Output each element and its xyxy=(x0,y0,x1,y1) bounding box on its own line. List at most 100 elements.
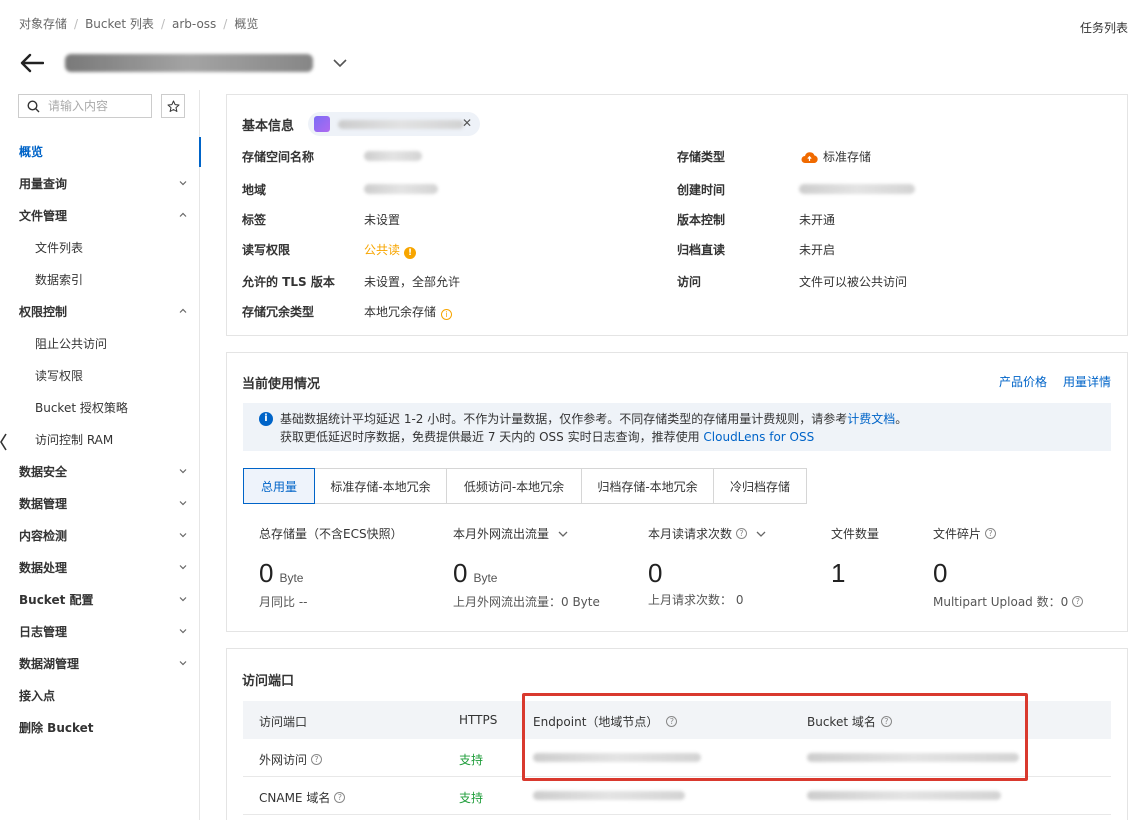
metric-outbound-label: 本月外网流出流量 xyxy=(453,525,569,542)
metric-storage-value: 0 Byte xyxy=(259,558,304,588)
tab-cold-archive[interactable]: 冷归档存储 xyxy=(714,469,806,503)
info-icon: i xyxy=(259,412,273,426)
help-icon[interactable]: ? xyxy=(985,528,997,539)
metric-storage-label: 总存储量（不含ECS快照） xyxy=(259,527,403,541)
help-icon[interactable]: ? xyxy=(736,528,748,539)
breadcrumb-bucket[interactable]: arb-oss xyxy=(172,17,216,31)
sidebar-item-data-index[interactable]: 数据索引 xyxy=(0,265,200,293)
redundancy-label: 存储冗余类型 xyxy=(242,305,315,319)
metric-outbound-value: 0 Byte xyxy=(453,558,498,588)
price-link[interactable]: 产品价格 xyxy=(999,373,1047,390)
chevron-up-icon xyxy=(179,308,187,313)
help-icon[interactable]: ? xyxy=(666,716,678,727)
breadcrumb-bucket-list[interactable]: Bucket 列表 xyxy=(85,17,154,31)
sidebar-item-bucket-policy[interactable]: Bucket 授权策略 xyxy=(0,393,200,421)
acl-value: 公共读! xyxy=(364,241,417,259)
chevron-down-icon xyxy=(179,533,187,538)
breadcrumb-oss[interactable]: 对象存储 xyxy=(19,17,67,31)
sidebar-search-input[interactable] xyxy=(48,99,138,113)
bucket-tag-icon xyxy=(314,116,330,132)
help-icon[interactable]: ? xyxy=(1072,596,1084,607)
chevron-down-icon xyxy=(179,469,187,474)
sidebar-item-block-public-access[interactable]: 阻止公共访问 xyxy=(0,329,200,357)
tab-ia-lrs[interactable]: 低频访问-本地冗余 xyxy=(447,469,582,503)
task-list-link[interactable]: 任务列表 xyxy=(1080,19,1128,36)
back-arrow-icon[interactable] xyxy=(19,50,45,76)
help-icon[interactable]: ? xyxy=(880,716,892,727)
access-value: 文件可以被公共访问 xyxy=(799,275,908,289)
acl-label: 读写权限 xyxy=(242,243,291,257)
sidebar-item-log-management[interactable]: 日志管理 xyxy=(0,617,200,645)
chevron-down-icon xyxy=(179,629,187,634)
bucket-title-redacted xyxy=(65,54,313,72)
sidebar-item-data-lake[interactable]: 数据湖管理 xyxy=(0,649,200,677)
sidebar-item-data-management[interactable]: 数据管理 xyxy=(0,489,200,517)
help-icon[interactable]: ? xyxy=(334,792,346,803)
port-cell: CNAME 域名? xyxy=(259,789,346,806)
redundancy-value: 本地冗余存储 i xyxy=(364,303,453,320)
tab-total[interactable]: 总用量 xyxy=(243,468,315,504)
usage-notice: i 基础数据统计平均延迟 1-2 小时。不作为计量数据，仅作参考。不同存储类型的… xyxy=(243,403,1111,451)
metric-storage-sub: 月同比 -- xyxy=(259,595,308,609)
sidebar-item-usage[interactable]: 用量查询 xyxy=(0,169,200,197)
bucket-tag-chip: ✕ xyxy=(308,112,480,136)
table-row: CNAME 域名? 支持 xyxy=(243,777,1111,815)
sidebar: 概览 用量查询 文件管理 文件列表 数据索引 权限控制 阻止公共访问 读写权限 … xyxy=(0,90,201,820)
basic-info-title: 基本信息 xyxy=(242,119,295,134)
metric-fragments-value: 0 xyxy=(933,558,948,588)
archive-read-value: 未开启 xyxy=(799,243,836,257)
collapse-sidebar-icon[interactable] xyxy=(0,431,8,453)
region-redacted xyxy=(364,184,438,194)
column-header-endpoint: Endpoint（地域节点）? xyxy=(533,713,678,730)
favorite-button[interactable] xyxy=(161,94,185,118)
https-cell: 支持 xyxy=(459,753,484,767)
cloudlens-link[interactable]: CloudLens for OSS xyxy=(703,430,814,444)
sidebar-item-acl[interactable]: 读写权限 xyxy=(0,361,200,389)
bucket-domain-redacted xyxy=(807,753,1019,762)
created-time-label: 创建时间 xyxy=(677,183,726,197)
metric-fragments-sub: Multipart Upload 数：0? xyxy=(933,593,1084,610)
sidebar-search xyxy=(18,94,152,118)
bucket-tag-redacted xyxy=(338,119,464,129)
usage-detail-link[interactable]: 用量详情 xyxy=(1063,373,1111,390)
sidebar-item-data-security[interactable]: 数据安全 xyxy=(0,457,200,485)
search-icon xyxy=(27,99,40,112)
endpoint-redacted xyxy=(533,753,701,762)
column-header-https: HTTPS xyxy=(459,713,498,727)
sidebar-item-bucket-config[interactable]: Bucket 配置 xyxy=(0,585,200,613)
metric-requests-value: 0 xyxy=(648,558,663,588)
usage-title: 当前使用情况 xyxy=(242,377,321,392)
archive-read-label: 归档直读 xyxy=(677,243,726,257)
sidebar-item-access-points[interactable]: 接入点 xyxy=(0,681,200,709)
close-icon[interactable]: ✕ xyxy=(462,116,472,130)
sidebar-item-data-processing[interactable]: 数据处理 xyxy=(0,553,200,581)
sidebar-item-permissions[interactable]: 权限控制 xyxy=(0,297,200,325)
tab-standard-lrs[interactable]: 标准存储-本地冗余 xyxy=(315,469,447,503)
info-icon[interactable]: i xyxy=(441,309,453,320)
metric-files-label: 文件数量 xyxy=(831,527,880,541)
chevron-down-icon[interactable] xyxy=(557,528,569,540)
bucket-name-label: 存储空间名称 xyxy=(242,150,315,164)
help-icon[interactable]: ? xyxy=(311,754,323,765)
endpoints-card: 访问端口 访问端口 HTTPS Endpoint（地域节点）? Bucket 域… xyxy=(226,648,1128,820)
sidebar-item-file-management[interactable]: 文件管理 xyxy=(0,201,200,229)
sidebar-item-ram[interactable]: 访问控制 RAM xyxy=(0,425,200,453)
sidebar-item-delete-bucket[interactable]: 删除 Bucket xyxy=(0,713,200,741)
sidebar-item-file-list[interactable]: 文件列表 xyxy=(0,233,200,261)
chevron-down-icon[interactable] xyxy=(755,528,767,540)
billing-doc-link[interactable]: 计费文档 xyxy=(847,412,895,426)
page-title-row xyxy=(19,48,349,78)
chevron-down-icon xyxy=(179,501,187,506)
versioning-label: 版本控制 xyxy=(677,213,726,227)
tags-label: 标签 xyxy=(242,213,267,227)
https-cell: 支持 xyxy=(459,791,484,805)
endpoint-redacted xyxy=(533,791,685,800)
storage-class-tabs: 总用量 标准存储-本地冗余 低频访问-本地冗余 归档存储-本地冗余 冷归档存储 xyxy=(243,468,807,504)
chevron-down-icon[interactable] xyxy=(331,54,349,72)
breadcrumb: 对象存储 / Bucket 列表 / arb-oss / 概览 xyxy=(19,17,259,31)
sidebar-item-content-detection[interactable]: 内容检测 xyxy=(0,521,200,549)
sidebar-item-overview[interactable]: 概览 xyxy=(0,137,201,167)
metric-requests-sub: 上月请求次数： 0 xyxy=(648,593,744,607)
chevron-down-icon xyxy=(179,565,187,570)
tab-archive-lrs[interactable]: 归档存储-本地冗余 xyxy=(582,469,714,503)
